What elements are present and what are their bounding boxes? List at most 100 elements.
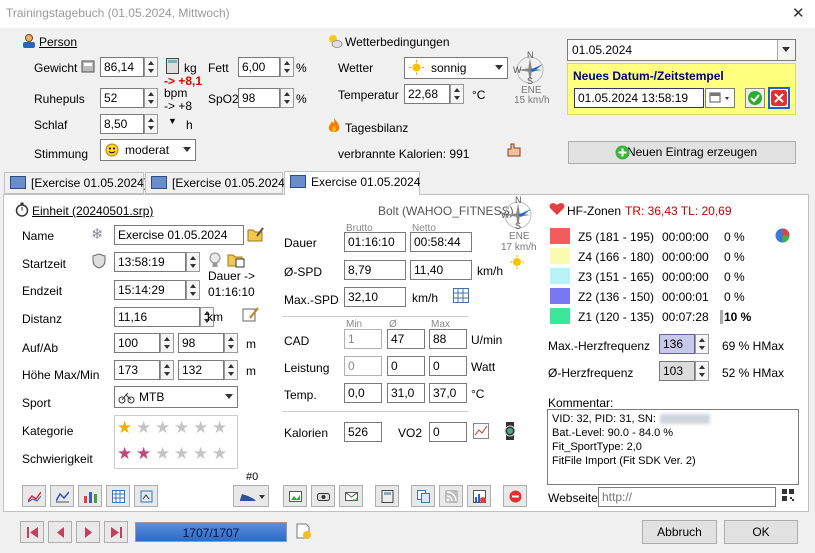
temp-max-field[interactable]: 37,0 [429,383,467,403]
maxhf-spinner[interactable] [695,334,709,354]
km-unit: km [207,310,223,324]
avghf-spinner[interactable] [695,361,709,381]
hoehe-min-spinner[interactable] [224,360,238,380]
tab-label: Exercise 01.05.2024 [311,175,421,189]
sport-select[interactable]: MTB [114,386,238,408]
kommentar-line-3: Fit_SportType: 2,0 [552,441,642,453]
spd-netto-field[interactable]: 11,40 [410,260,472,280]
avghf-field[interactable]: 103 [659,361,695,381]
prev-record-button[interactable] [48,521,72,543]
kommentar-textarea[interactable]: VID: 32, PID: 31, SN: Bat.-Level: 90.0 -… [547,409,799,485]
dauer-brutto-field[interactable]: 01:16:10 [344,232,406,252]
photo-button[interactable] [283,485,307,507]
hoehe-max-spinner[interactable] [160,360,174,380]
cad-min-field[interactable]: 1 [344,329,382,349]
copy-button[interactable] [411,485,435,507]
star-empty-icon[interactable]: ★ [174,445,189,463]
compass-icon-2[interactable]: N W S [499,195,537,233]
export-button[interactable] [134,485,158,507]
shoe-button[interactable] [233,485,269,507]
lightbulb-icon[interactable] [208,252,222,270]
star-filled-icon[interactable]: ★ [117,419,132,437]
name-field[interactable]: Exercise 01.05.2024 [114,225,244,245]
kommentar-line-1: VID: 32, PID: 31, SN: [552,413,656,425]
snowflake-icon[interactable]: ❄ [91,225,107,243]
temp-label: Temp. [284,388,317,402]
ab-field[interactable]: 98 [178,333,224,353]
next-record-button[interactable] [76,521,100,543]
zone-label: Z4 (166 - 180) [578,250,655,264]
spd-unit: km/h [477,264,504,278]
star-empty-icon[interactable]: ★ [155,445,170,463]
cad-avg-field[interactable]: 47 [387,329,425,349]
distance-edit-icon[interactable] [242,306,260,323]
endzeit-spinner[interactable] [186,280,200,300]
table-view-button[interactable] [106,485,130,507]
startzeit-spinner[interactable] [186,252,200,272]
kalorien-field[interactable]: 526 [344,422,382,442]
startzeit-field[interactable]: 13:58:19 [114,252,186,272]
star-empty-icon[interactable]: ★ [136,419,151,437]
kommentar-label: Kommentar: [548,396,614,410]
star-empty-icon[interactable]: ★ [193,445,208,463]
cad-max-field[interactable]: 88 [429,329,467,349]
leistung-max-field[interactable]: 0 [429,356,467,376]
star-empty-icon[interactable]: ★ [155,419,170,437]
kommentar-line-2: Bat.-Level: 90.0 - 84.0 % [552,427,674,439]
qr-code-icon[interactable] [781,488,795,502]
multi-chart-button[interactable] [50,485,74,507]
pie-chart-icon[interactable] [774,227,791,244]
rss-button[interactable] [439,485,463,507]
mail-button[interactable] [339,485,363,507]
ab-spinner[interactable] [224,333,238,353]
zone-color-swatch [550,308,570,324]
calculator-button[interactable] [375,485,399,507]
maxspd-unit: km/h [412,291,439,305]
leistung-min-field[interactable]: 0 [344,356,382,376]
hoehe-max-field[interactable]: 173 [114,360,160,380]
progress-label: 1707/1707 [182,526,240,540]
bar-chart-button[interactable] [78,485,102,507]
dauer-netto-field[interactable]: 00:58:44 [410,232,472,252]
delete-button[interactable] [503,485,527,507]
watch-icon[interactable] [503,422,517,440]
abbruch-button[interactable]: Abbruch [642,520,717,544]
device-button[interactable] [311,485,335,507]
zone-color-swatch [550,248,570,264]
zone-label: Z2 (136 - 150) [578,290,655,304]
temp-avg-field[interactable]: 31,0 [387,383,425,403]
kommentar-line-4: FitFile Import (Fit SDK Ver. 2) [552,455,696,467]
star-filled-icon[interactable]: ★ [136,445,151,463]
new-document-icon[interactable] [295,523,312,540]
webseite-input[interactable] [598,487,776,507]
spd-brutto-field[interactable]: 8,79 [344,260,406,280]
first-record-button[interactable] [20,521,44,543]
chart-small-icon[interactable] [473,423,489,439]
ok-button[interactable]: OK [724,520,798,544]
zone-time: 00:00:00 [662,270,709,284]
star-empty-icon[interactable]: ★ [174,419,189,437]
star-empty-icon[interactable]: ★ [212,445,227,463]
shield-icon[interactable] [92,253,106,269]
shoe-icon [239,490,265,503]
last-record-button[interactable] [104,521,128,543]
temp-min-field[interactable]: 0,0 [344,383,382,403]
maxspd-field[interactable]: 32,10 [344,287,406,307]
calendar-icon[interactable] [227,252,245,268]
vo2-field[interactable]: 0 [429,422,467,442]
tab-exercise-3[interactable]: Exercise 01.05.2024 [284,171,420,195]
star-filled-icon[interactable]: ★ [117,445,132,463]
endzeit-field[interactable]: 15:14:29 [114,280,186,300]
distanz-field[interactable]: 11,16 [114,307,200,327]
star-empty-icon[interactable]: ★ [212,419,227,437]
auf-spinner[interactable] [160,333,174,353]
folder-edit-icon[interactable] [247,226,265,243]
star-empty-icon[interactable]: ★ [193,419,208,437]
maxhf-field[interactable]: 136 [659,334,695,354]
hoehe-min-field[interactable]: 132 [178,360,224,380]
add-chart-button[interactable] [467,485,491,507]
line-chart-button[interactable] [22,485,46,507]
table-icon[interactable] [453,288,469,303]
auf-field[interactable]: 100 [114,333,160,353]
leistung-avg-field[interactable]: 0 [387,356,425,376]
